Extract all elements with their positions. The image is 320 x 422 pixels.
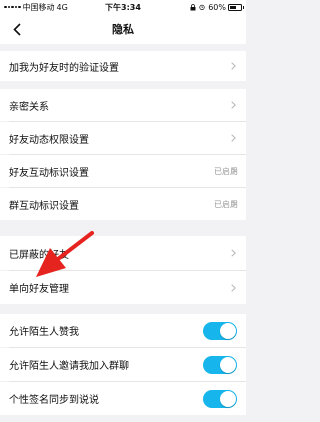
group-mark-item[interactable]: 群互动标识设置 已启用 — [0, 188, 246, 220]
status-bar: 下午3:34 中国移动 4G 60% — [0, 0, 246, 14]
page-title: 隐私 — [112, 23, 134, 36]
chevron-left-icon — [13, 22, 21, 36]
sync-signature-item: 个性签名同步到说说 — [0, 382, 246, 415]
friend-mark-item[interactable]: 好友互动标识设置 已启用 — [0, 155, 246, 187]
status-left: 中国移动 4G — [4, 2, 68, 13]
network-type: 4G — [56, 2, 68, 12]
chevron-right-icon — [231, 283, 236, 292]
feed-permission-label: 好友动态权限设置 — [9, 134, 89, 146]
chevron-right-icon — [231, 200, 236, 208]
blocked-friends-label: 已屏蔽的好友 — [9, 249, 69, 261]
allow-stranger-invite-item: 允许陌生人邀请我加入群聊 — [0, 348, 246, 381]
friend-mark-label: 好友互动标识设置 — [9, 167, 89, 179]
one-way-friends-item[interactable]: 单向好友管理 — [0, 271, 246, 304]
status-right: 60% — [190, 2, 244, 12]
allow-stranger-like-item: 允许陌生人赞我 — [0, 314, 246, 347]
one-way-friends-label: 单向好友管理 — [9, 284, 69, 295]
nav-bar: 隐私 — [0, 14, 246, 44]
sync-signature-toggle[interactable] — [203, 389, 237, 408]
intimate-relation-item[interactable]: 亲密关系 — [0, 89, 246, 121]
battery-percent: 60% — [208, 2, 226, 12]
group-mark-label: 群互动标识设置 — [9, 200, 79, 212]
rotation-lock-icon — [190, 3, 196, 10]
back-button[interactable] — [6, 18, 28, 40]
chevron-right-icon — [231, 134, 236, 142]
chevron-right-icon — [231, 167, 236, 175]
signal-icon — [4, 5, 21, 9]
verify-settings-label: 加我为好友时的验证设置 — [9, 62, 119, 74]
carrier-label: 中国移动 — [22, 2, 55, 12]
intimate-relation-label: 亲密关系 — [9, 101, 49, 113]
chevron-right-icon — [231, 101, 236, 109]
verify-settings-item[interactable]: 加我为好友时的验证设置 — [0, 51, 246, 81]
battery-icon — [228, 3, 244, 11]
feed-permission-item[interactable]: 好友动态权限设置 — [0, 122, 246, 154]
allow-stranger-invite-toggle[interactable] — [203, 355, 237, 374]
allow-stranger-like-toggle[interactable] — [203, 321, 237, 340]
chevron-right-icon — [231, 249, 236, 257]
alarm-icon — [199, 4, 205, 10]
chevron-right-icon — [231, 62, 236, 70]
blocked-friends-item[interactable]: 已屏蔽的好友 — [0, 236, 246, 270]
